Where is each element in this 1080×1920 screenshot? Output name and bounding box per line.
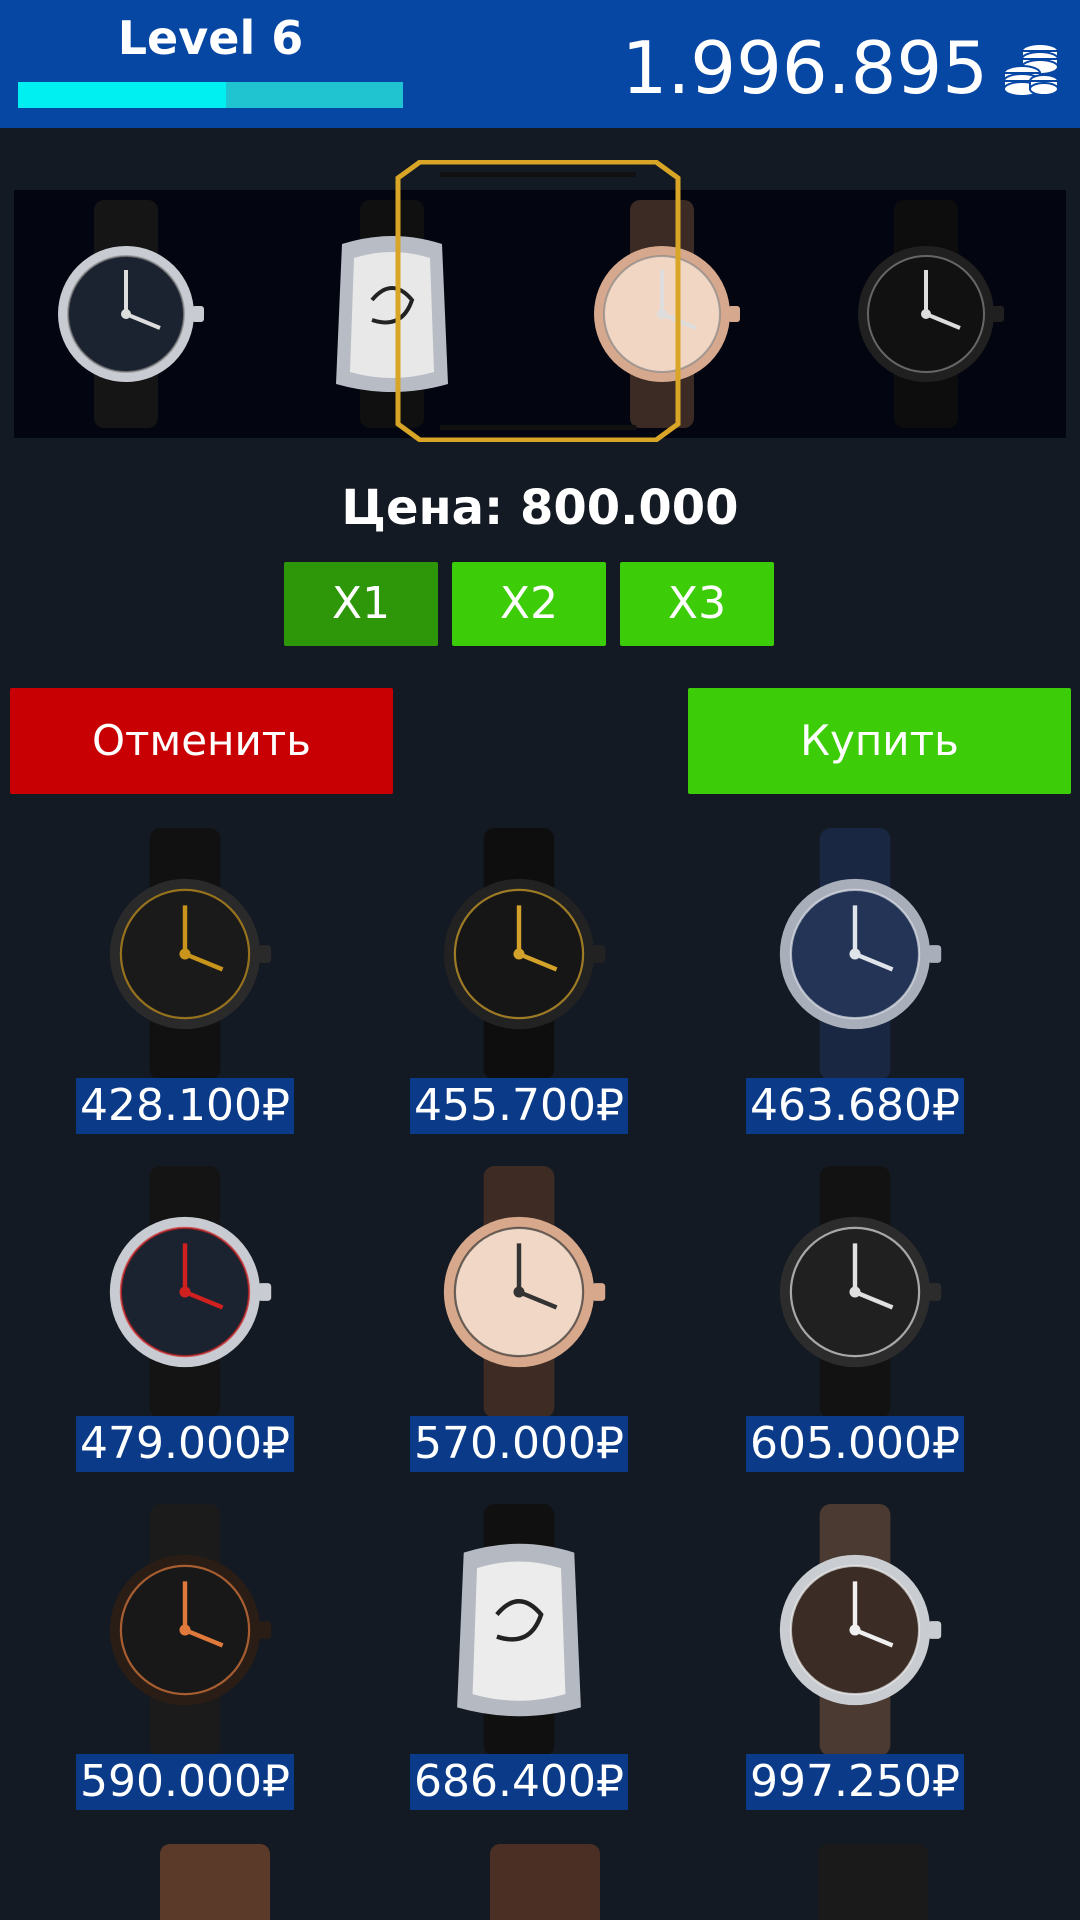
shop-watch-card[interactable]: 479.000₽ (20, 1158, 350, 1478)
watch-price: 570.000₽ (410, 1416, 628, 1472)
shop-watch-card[interactable]: 605.000₽ (690, 1158, 1020, 1478)
multiplier-x1-button[interactable]: X1 (284, 562, 438, 646)
top-status-bar: Level 6 1.996.895 (0, 0, 1080, 128)
carousel-watch-dark-dial-leather-watch[interactable] (36, 200, 216, 428)
watch-image (80, 1504, 290, 1756)
watch-image (80, 828, 290, 1080)
watch-price: 455.700₽ (410, 1078, 628, 1134)
watch-price: 997.250₽ (746, 1754, 964, 1810)
watch-image (414, 1166, 624, 1418)
carousel-watch-black-gold-turbine-watch[interactable] (836, 200, 1016, 428)
watch-image (414, 828, 624, 1080)
selected-price: Цена: 800.000 (341, 480, 739, 536)
watch-image (414, 1504, 624, 1756)
coin-amount: 1.996.895 (621, 26, 988, 110)
next-row-watch-strap[interactable] (818, 1844, 928, 1920)
shop-watch-card[interactable]: 590.000₽ (20, 1496, 350, 1816)
cancel-button[interactable]: Отменить (10, 688, 393, 794)
xp-progress-bar (18, 82, 403, 108)
next-row-watch-strap[interactable] (490, 1844, 600, 1920)
next-row-watch-strap[interactable] (160, 1844, 270, 1920)
coin-balance: 1.996.895 (622, 28, 1060, 108)
watch-price: 463.680₽ (746, 1078, 964, 1134)
selection-frame (395, 160, 681, 442)
watch-image (80, 1166, 290, 1418)
multiplier-group: X1 X2 X3 (284, 562, 774, 646)
shop-watch-card[interactable]: 463.680₽ (690, 820, 1020, 1140)
watch-image (750, 1166, 960, 1418)
multiplier-x3-button[interactable]: X3 (620, 562, 774, 646)
coin-stack-icon (1003, 43, 1059, 97)
watch-image (750, 1504, 960, 1756)
shop-watch-card[interactable]: 686.400₽ (354, 1496, 684, 1816)
shop-watch-card[interactable]: 570.000₽ (354, 1158, 684, 1478)
watch-price: 686.400₽ (410, 1754, 628, 1810)
watch-price: 479.000₽ (76, 1416, 294, 1472)
xp-progress-fill (18, 82, 226, 108)
shop-watch-card[interactable]: 455.700₽ (354, 820, 684, 1140)
watch-price: 428.100₽ (76, 1078, 294, 1134)
watch-price: 605.000₽ (746, 1416, 964, 1472)
multiplier-x2-button[interactable]: X2 (452, 562, 606, 646)
shop-watch-card[interactable]: 997.250₽ (690, 1496, 1020, 1816)
shop-watch-card[interactable]: 428.100₽ (20, 820, 350, 1140)
level-label: Level 6 (117, 11, 304, 65)
watch-price: 590.000₽ (76, 1754, 294, 1810)
buy-button[interactable]: Купить (688, 688, 1071, 794)
watch-image (750, 828, 960, 1080)
